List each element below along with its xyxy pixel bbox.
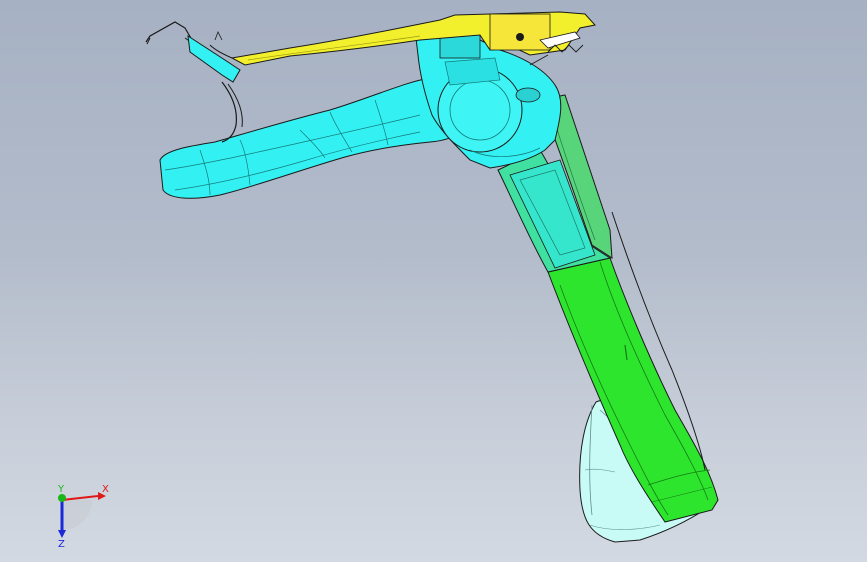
z-axis-arrowhead: [58, 530, 66, 538]
y-axis-label: Y: [57, 484, 65, 495]
handle-lever-part[interactable]: [159, 76, 471, 199]
stapler-3d-model[interactable]: [0, 0, 867, 562]
cad-viewport[interactable]: X Y Z: [0, 0, 867, 562]
triad-quadrant: [62, 500, 92, 530]
trigger-arm-part[interactable]: [209, 11, 596, 66]
z-axis-label: Z: [58, 539, 65, 548]
y-axis-dot: [58, 494, 66, 502]
x-axis-arrow: [61, 495, 99, 501]
coordinate-triad: X Y Z: [57, 484, 109, 548]
x-axis-label: X: [102, 484, 109, 495]
wire-hook-part[interactable]: [145, 21, 243, 143]
